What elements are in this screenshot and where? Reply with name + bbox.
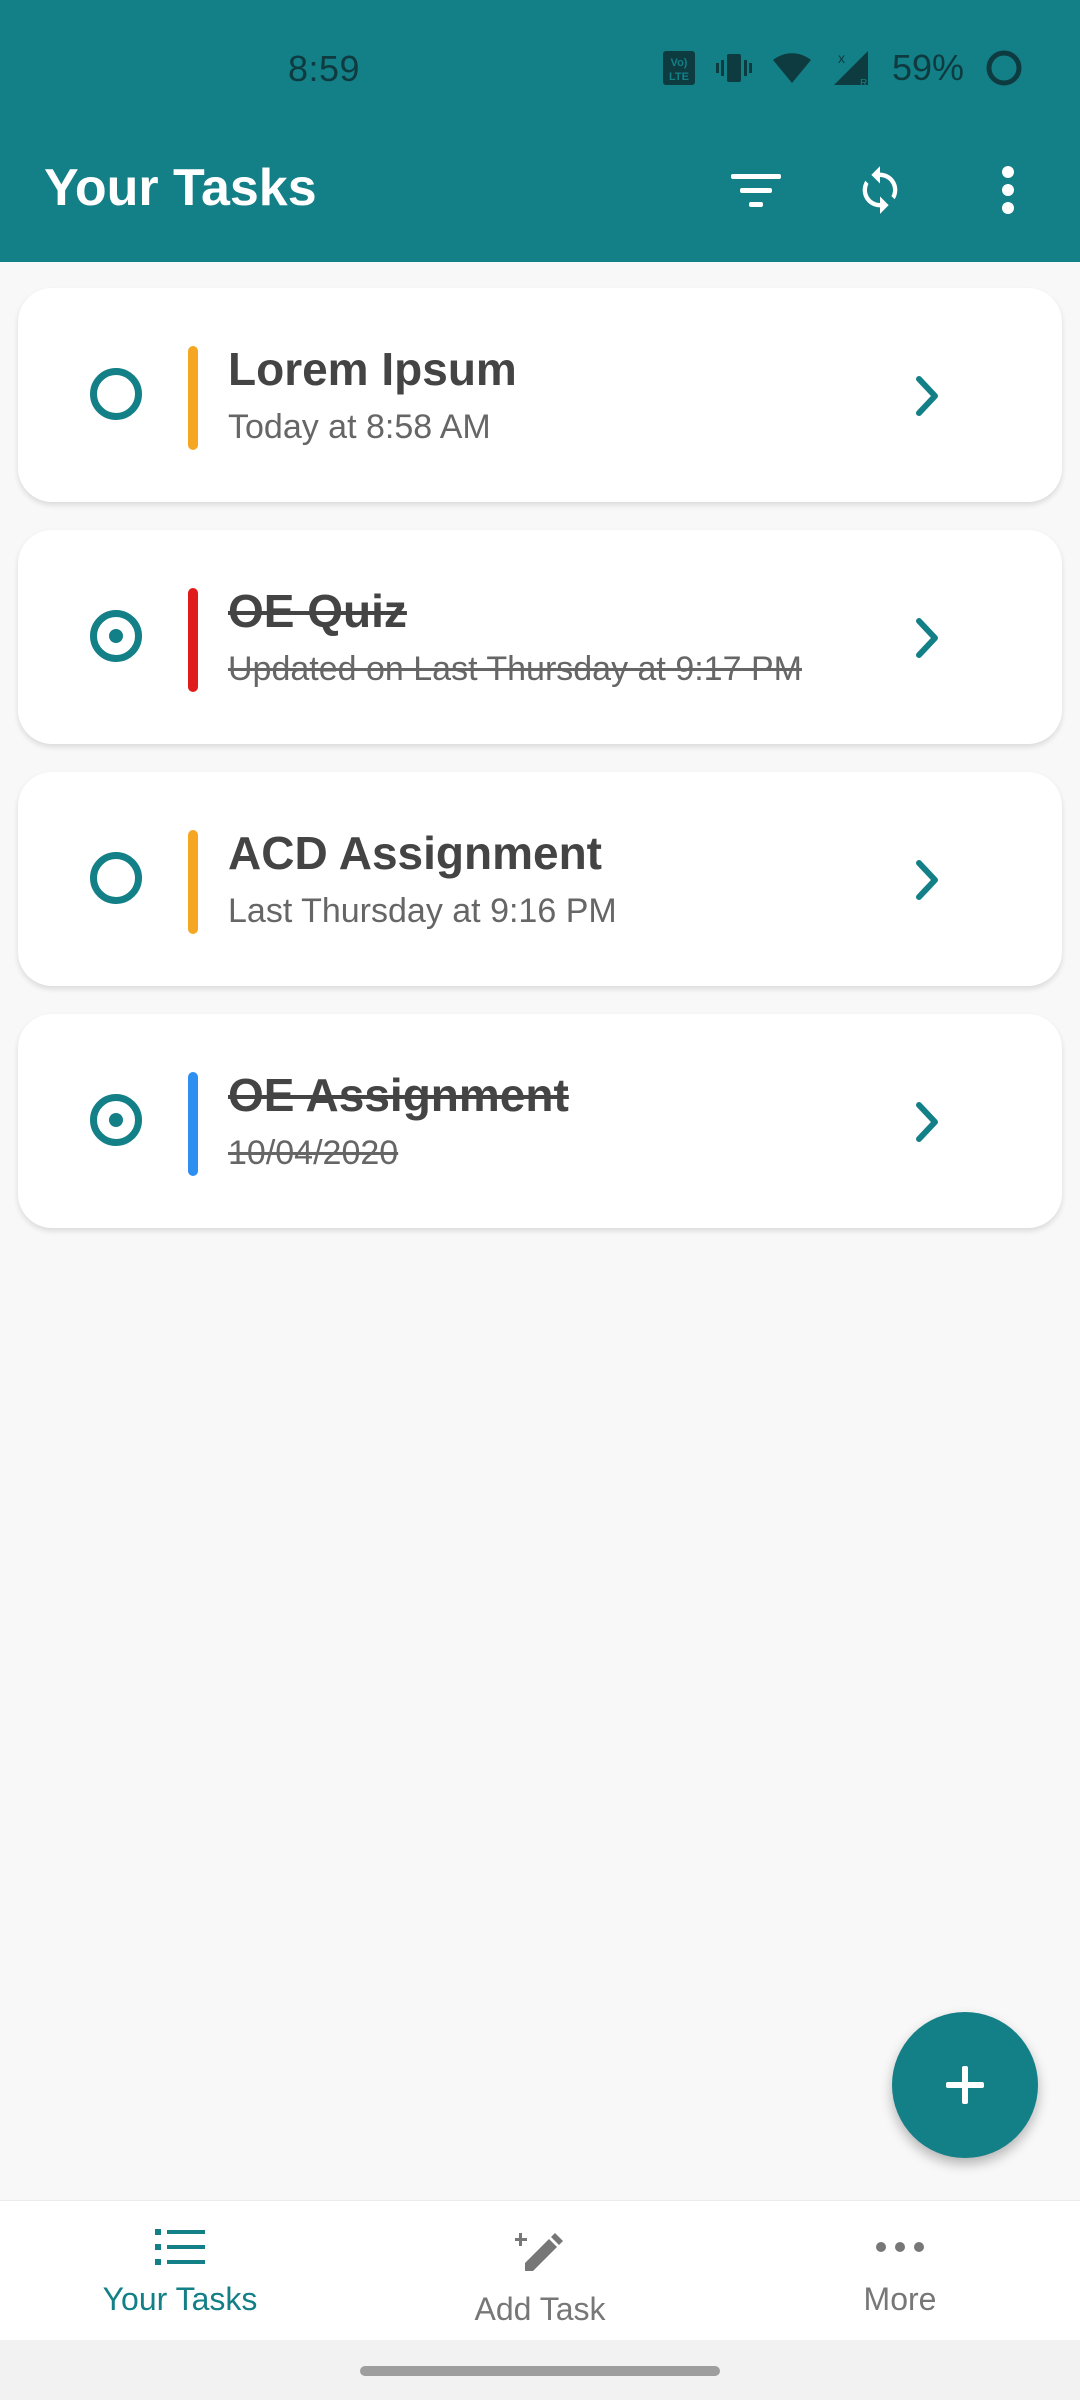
task-subtitle: Last Thursday at 9:16 PM — [228, 892, 617, 930]
nav-more[interactable]: More — [720, 2201, 1080, 2341]
task-card[interactable]: OE Assignment 10/04/2020 — [18, 1014, 1062, 1228]
task-card[interactable]: OE Quiz Updated on Last Thursday at 9:17… — [18, 530, 1062, 744]
chevron-right-icon[interactable] — [898, 608, 958, 668]
task-title: Lorem Ipsum — [228, 343, 517, 395]
chevron-right-icon[interactable] — [898, 366, 958, 426]
more-vert-icon — [1002, 166, 1014, 214]
battery-ring-icon — [986, 50, 1022, 86]
page-title: Your Tasks — [44, 159, 317, 217]
task-subtitle: Updated on Last Thursday at 9:17 PM — [228, 650, 802, 688]
bottom-navigation: Your Tasks Add Task More — [0, 2200, 1080, 2341]
task-title: ACD Assignment — [228, 827, 602, 879]
task-subtitle: Today at 8:58 AM — [228, 408, 491, 446]
volte-icon: Vo) LTE — [662, 51, 695, 85]
status-time: 8:59 — [288, 48, 361, 89]
svg-text:Vo): Vo) — [670, 57, 687, 69]
sync-icon — [862, 166, 898, 214]
task-list: Lorem Ipsum Today at 8:58 AM OE Quiz Upd… — [18, 288, 1062, 1256]
task-subtitle: 10/04/2020 — [228, 1134, 399, 1172]
nav-label: Add Task — [474, 2291, 606, 2327]
task-complete-radio[interactable] — [90, 1094, 142, 1146]
priority-bar — [188, 830, 198, 934]
priority-bar — [188, 588, 198, 692]
priority-bar — [188, 346, 198, 450]
task-title: OE Assignment — [228, 1069, 569, 1121]
sync-button[interactable] — [840, 150, 920, 230]
nav-label: More — [863, 2281, 937, 2317]
vibrate-icon — [715, 54, 752, 82]
filter-icon — [731, 174, 781, 207]
svg-text:LTE: LTE — [669, 71, 689, 83]
status-icons: Vo) LTE x R 59% — [662, 46, 1024, 90]
task-card[interactable]: Lorem Ipsum Today at 8:58 AM — [18, 288, 1062, 502]
app-header: 8:59 Vo) LTE x R 59% Your Tasks — [0, 0, 1080, 262]
nav-your-tasks[interactable]: Your Tasks — [0, 2201, 360, 2341]
nav-label: Your Tasks — [102, 2281, 258, 2317]
svg-text:R: R — [860, 78, 867, 87]
battery-percent: 59% — [891, 47, 964, 88]
nav-add-task[interactable]: Add Task — [360, 2201, 720, 2341]
chevron-right-icon[interactable] — [898, 850, 958, 910]
gesture-handle[interactable] — [360, 2366, 720, 2376]
add-task-fab[interactable] — [892, 2012, 1038, 2158]
wifi-icon — [772, 53, 811, 83]
task-complete-radio[interactable] — [90, 368, 142, 420]
task-title: OE Quiz — [228, 585, 407, 637]
task-card[interactable]: ACD Assignment Last Thursday at 9:16 PM — [18, 772, 1062, 986]
task-complete-radio[interactable] — [90, 852, 142, 904]
plus-icon — [946, 2066, 984, 2104]
list-icon — [155, 2229, 205, 2265]
signal-icon: x R — [833, 50, 868, 87]
svg-text:x: x — [838, 50, 845, 66]
task-complete-radio[interactable] — [90, 610, 142, 662]
priority-bar — [188, 1072, 198, 1176]
more-horiz-icon — [876, 2242, 924, 2252]
filter-button[interactable] — [716, 150, 796, 230]
more-options-button[interactable] — [968, 150, 1048, 230]
edit-icon — [515, 2233, 563, 2271]
chevron-right-icon[interactable] — [898, 1092, 958, 1152]
